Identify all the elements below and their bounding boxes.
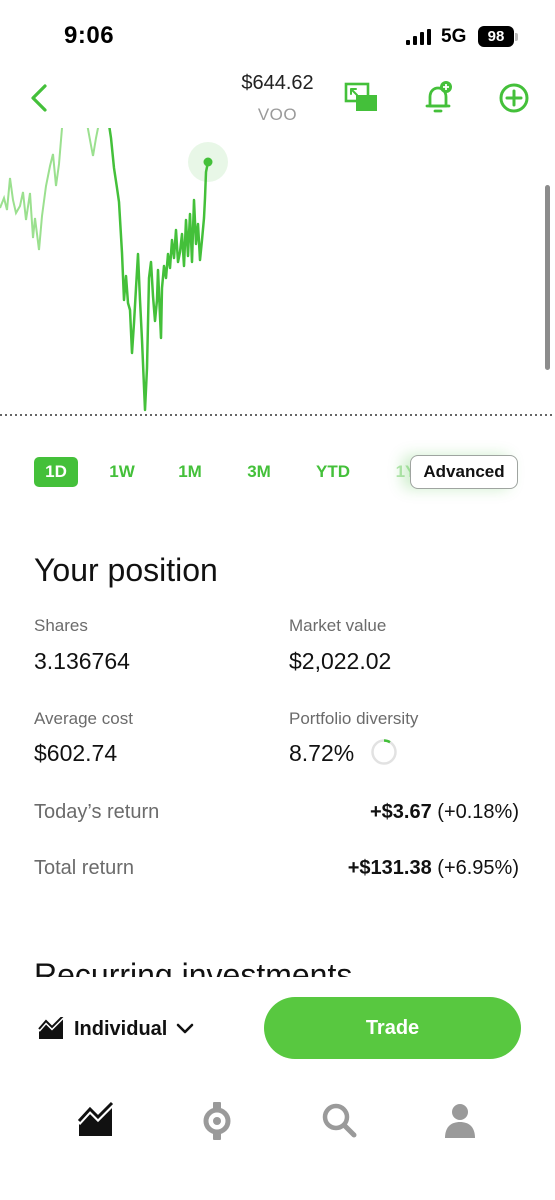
total-return-value: +$131.38 (+6.95%)	[348, 857, 519, 880]
battery-tip	[515, 33, 518, 41]
search-icon[interactable]	[319, 1100, 359, 1140]
account-chart-icon	[38, 1017, 64, 1039]
range-ytd[interactable]: YTD	[308, 457, 358, 487]
todays-return-value: +$3.67 (+0.18%)	[370, 801, 519, 824]
average-cost-value: $602.74	[34, 740, 118, 766]
time-range-selector: 1D 1W 1M 3M YTD 1Y Advanced	[0, 455, 555, 489]
picture-in-picture-icon[interactable]	[343, 80, 379, 116]
bottom-panel: Individual Trade	[0, 978, 555, 1200]
portfolio-diversity-label: Portfolio diversity	[289, 709, 419, 728]
chart-line-faded	[0, 128, 64, 251]
chevron-down-icon	[177, 1023, 194, 1034]
advanced-chart-button[interactable]: Advanced	[410, 455, 518, 489]
status-time: 9:06	[64, 22, 115, 49]
recurring-investments-heading: Recurring investments	[34, 955, 514, 977]
battery-indicator: 98	[478, 26, 514, 47]
market-value-label: Market value	[289, 616, 387, 635]
status-bar: 9:06 5G 98	[0, 0, 555, 70]
average-cost-label: Average cost	[34, 709, 133, 728]
back-chevron-icon[interactable]	[26, 80, 54, 116]
range-3m[interactable]: 3M	[237, 457, 281, 487]
range-1d[interactable]: 1D	[34, 457, 78, 487]
trade-button[interactable]: Trade	[264, 997, 521, 1059]
cellular-signal-icon	[406, 29, 431, 45]
total-return-amount: +$131.38	[347, 857, 432, 879]
shares-label: Shares	[34, 616, 88, 635]
range-1w[interactable]: 1W	[100, 457, 144, 487]
todays-return-amount: +$3.67	[369, 801, 432, 823]
portfolio-diversity-value: 8.72%	[289, 740, 355, 766]
profile-icon[interactable]	[440, 1100, 480, 1140]
network-type: 5G	[441, 26, 467, 47]
chart-current-point	[203, 157, 213, 167]
market-value: $2,022.02	[289, 648, 392, 674]
total-return-percent: (+6.95%)	[437, 857, 519, 879]
chart-line-faded-2	[86, 128, 100, 157]
todays-return-percent: (+0.18%)	[437, 801, 519, 823]
account-label: Individual	[74, 1017, 168, 1040]
position-title: Your position	[34, 552, 218, 588]
todays-return-label: Today’s return	[34, 801, 160, 823]
bell-plus-icon[interactable]	[421, 80, 457, 116]
crypto-icon[interactable]	[197, 1100, 237, 1140]
account-selector[interactable]: Individual	[38, 1014, 195, 1044]
total-return-label: Total return	[34, 857, 135, 879]
header-ticker: VOO	[257, 105, 298, 124]
add-circle-icon[interactable]	[497, 80, 533, 116]
shares-value: 3.136764	[34, 648, 130, 674]
price-chart[interactable]	[0, 128, 555, 428]
recurring-investments-title: Recurring investments	[34, 957, 353, 977]
header-price: $644.62	[241, 72, 314, 94]
range-1m[interactable]: 1M	[168, 457, 212, 487]
portfolio-diversity-ring[interactable]	[370, 738, 398, 766]
scrollbar[interactable]	[545, 185, 550, 370]
nav-header: $644.62 VOO	[0, 70, 555, 130]
investing-chart-icon[interactable]	[76, 1100, 116, 1140]
